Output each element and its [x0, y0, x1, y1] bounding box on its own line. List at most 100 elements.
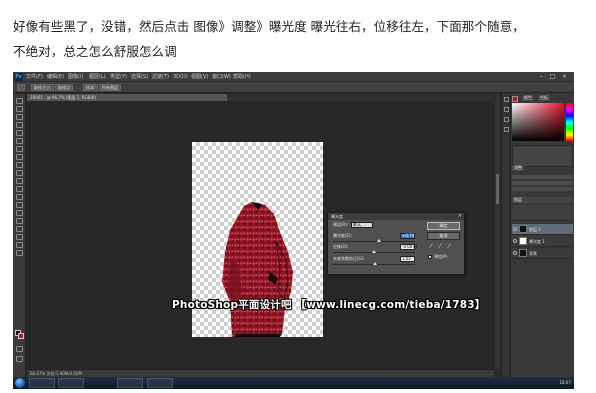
- swatches-grid[interactable]: [512, 145, 573, 167]
- dodge-tool-icon[interactable]: [16, 202, 23, 208]
- vertical-scrollbar[interactable]: [495, 94, 500, 369]
- hand-tool-icon[interactable]: [16, 242, 23, 248]
- lasso-tool-icon[interactable]: [16, 114, 23, 120]
- preview-checkbox[interactable]: [428, 255, 432, 259]
- menu-image[interactable]: 图像(I): [68, 73, 83, 81]
- caption-line-2: 不绝对，总之怎么舒服怎么调: [13, 44, 177, 59]
- layers-blend-controls[interactable]: [512, 205, 573, 221]
- menu-view[interactable]: 视图(V): [191, 73, 208, 81]
- document-tab-bar: 20061…@ 66.7% (图层 1, RGB/8): [27, 94, 494, 101]
- offset-slider[interactable]: [333, 250, 415, 253]
- right-panels: 颜色 色板 调整 图层 图层 1 曝光度 1 背景: [501, 93, 574, 377]
- history-brush-icon[interactable]: [16, 170, 23, 176]
- maximize-icon[interactable]: □: [548, 73, 557, 80]
- menu-type[interactable]: 类型(Y): [110, 73, 127, 81]
- quick-mask-icon[interactable]: [16, 346, 23, 352]
- gamma-input[interactable]: 1.02: [400, 256, 415, 262]
- taskbar-button[interactable]: [29, 378, 55, 388]
- menu-help[interactable]: 帮助(H): [233, 73, 251, 81]
- preset-label: 预设(R):: [333, 222, 349, 227]
- dialog-close-icon[interactable]: ×: [458, 213, 462, 220]
- status-bar: 66.67% 文档:1.40M/4.00M: [27, 369, 494, 377]
- taskbar-button[interactable]: [147, 378, 173, 388]
- crop-tool-icon[interactable]: [16, 130, 23, 136]
- visibility-eye-icon[interactable]: [513, 227, 517, 231]
- cancel-button[interactable]: 取消: [427, 232, 460, 240]
- shape-tool-icon[interactable]: [16, 234, 23, 240]
- adjustment-row[interactable]: [512, 187, 573, 191]
- menu-filter[interactable]: 滤镜(T): [152, 73, 169, 81]
- minimize-icon[interactable]: –: [537, 73, 546, 80]
- document-tab[interactable]: 20061…@ 66.7% (图层 1, RGB/8): [27, 94, 227, 101]
- exposure-dialog: 曝光度 × 预设(R): 默认 曝光度(E): +0.74 位移(O): -0.…: [327, 212, 465, 275]
- eraser-tool-icon[interactable]: [16, 178, 23, 184]
- adjustment-row[interactable]: [512, 181, 573, 185]
- preset-select[interactable]: 默认: [351, 222, 373, 228]
- screen-mode-icon[interactable]: [16, 356, 23, 362]
- blur-tool-icon[interactable]: [16, 194, 23, 200]
- menu-bar: Ps 文件(F) 编辑(E) 图像(I) 图层(L) 类型(Y) 选择(S) 滤…: [13, 72, 574, 82]
- tools-panel: [13, 94, 26, 377]
- tab-swatches[interactable]: 色板: [538, 95, 550, 101]
- zoom-tool-icon[interactable]: [16, 250, 23, 256]
- move-tool-icon[interactable]: [16, 98, 23, 104]
- tab-color[interactable]: 颜色: [522, 95, 534, 101]
- caption: 好像有些黑了，没错，然后点击 图像》调整》曝光度 曝光往右，位移往左，下面那个随…: [13, 14, 588, 64]
- gray-point-eyedropper-icon[interactable]: ⁄: [437, 244, 443, 250]
- marquee-tool-icon[interactable]: [16, 106, 23, 112]
- scrollbar-thumb[interactable]: [496, 174, 499, 204]
- menu-select[interactable]: 选择(S): [131, 73, 148, 81]
- taskbar-button[interactable]: [117, 378, 143, 388]
- adjustment-row[interactable]: [512, 175, 573, 179]
- gradient-tool-icon[interactable]: [16, 186, 23, 192]
- background-color-swatch[interactable]: [18, 333, 24, 339]
- offset-slider-thumb[interactable]: [372, 250, 376, 253]
- type-tool-icon[interactable]: [16, 218, 23, 224]
- color-panel-swatch[interactable]: [512, 96, 518, 102]
- history-panel-icon[interactable]: [504, 97, 509, 102]
- healing-brush-icon[interactable]: [16, 146, 23, 152]
- paragraph-panel-icon[interactable]: [504, 127, 509, 132]
- clone-stamp-icon[interactable]: [16, 162, 23, 168]
- hue-slider[interactable]: [566, 103, 573, 141]
- properties-panel-icon[interactable]: [504, 107, 509, 112]
- menu-edit[interactable]: 编辑(E): [47, 73, 64, 81]
- character-panel-icon[interactable]: [504, 117, 509, 122]
- visibility-eye-icon[interactable]: [513, 239, 517, 243]
- black-point-eyedropper-icon[interactable]: ⁄: [428, 244, 434, 250]
- sample-select[interactable]: 所有图层: [99, 84, 121, 91]
- exposure-input[interactable]: +0.74: [400, 233, 415, 239]
- menu-3d[interactable]: 3D(D): [173, 73, 188, 81]
- gamma-slider[interactable]: [333, 262, 415, 265]
- exposure-slider-thumb[interactable]: [377, 239, 381, 242]
- layer-row[interactable]: 背景: [512, 248, 573, 259]
- dialog-title: 曝光度: [328, 213, 464, 220]
- menu-file[interactable]: 文件(F): [26, 73, 43, 81]
- offset-input[interactable]: -0.0073: [400, 244, 417, 250]
- path-select-tool-icon[interactable]: [16, 226, 23, 232]
- tab-layers[interactable]: 图层: [512, 197, 524, 203]
- caption-line-1: 好像有些黑了，没错，然后点击 图像》调整》曝光度 曝光往右，位移往左，下面那个随…: [13, 19, 525, 34]
- visibility-eye-icon[interactable]: [513, 251, 517, 255]
- eyedropper-icon[interactable]: [16, 138, 23, 144]
- photoshop-logo-icon: Ps: [14, 73, 23, 81]
- ok-button[interactable]: 确定: [427, 222, 460, 230]
- menu-window[interactable]: 窗口(W): [212, 73, 231, 81]
- sample-size-select[interactable]: 取样点: [55, 84, 73, 91]
- menu-layer[interactable]: 图层(L): [89, 73, 106, 81]
- eyedropper-tool-icon[interactable]: [17, 84, 25, 91]
- quick-select-tool-icon[interactable]: [16, 122, 23, 128]
- brush-tool-icon[interactable]: [16, 154, 23, 160]
- white-point-eyedropper-icon[interactable]: ⁄: [446, 244, 452, 250]
- adjustments-list: [512, 171, 573, 195]
- pen-tool-icon[interactable]: [16, 210, 23, 216]
- gamma-slider-thumb[interactable]: [373, 262, 377, 265]
- start-button-icon[interactable]: [15, 378, 25, 388]
- color-picker-field[interactable]: [512, 103, 564, 141]
- layer-row[interactable]: 曝光度 1: [512, 236, 573, 247]
- layer-row[interactable]: 图层 1: [512, 224, 573, 235]
- taskbar-button[interactable]: [58, 378, 84, 388]
- exposure-slider[interactable]: [333, 239, 415, 242]
- close-icon[interactable]: ×: [560, 73, 569, 80]
- options-bar: 取样大小: 取样点 样本: 所有图层: [13, 82, 574, 93]
